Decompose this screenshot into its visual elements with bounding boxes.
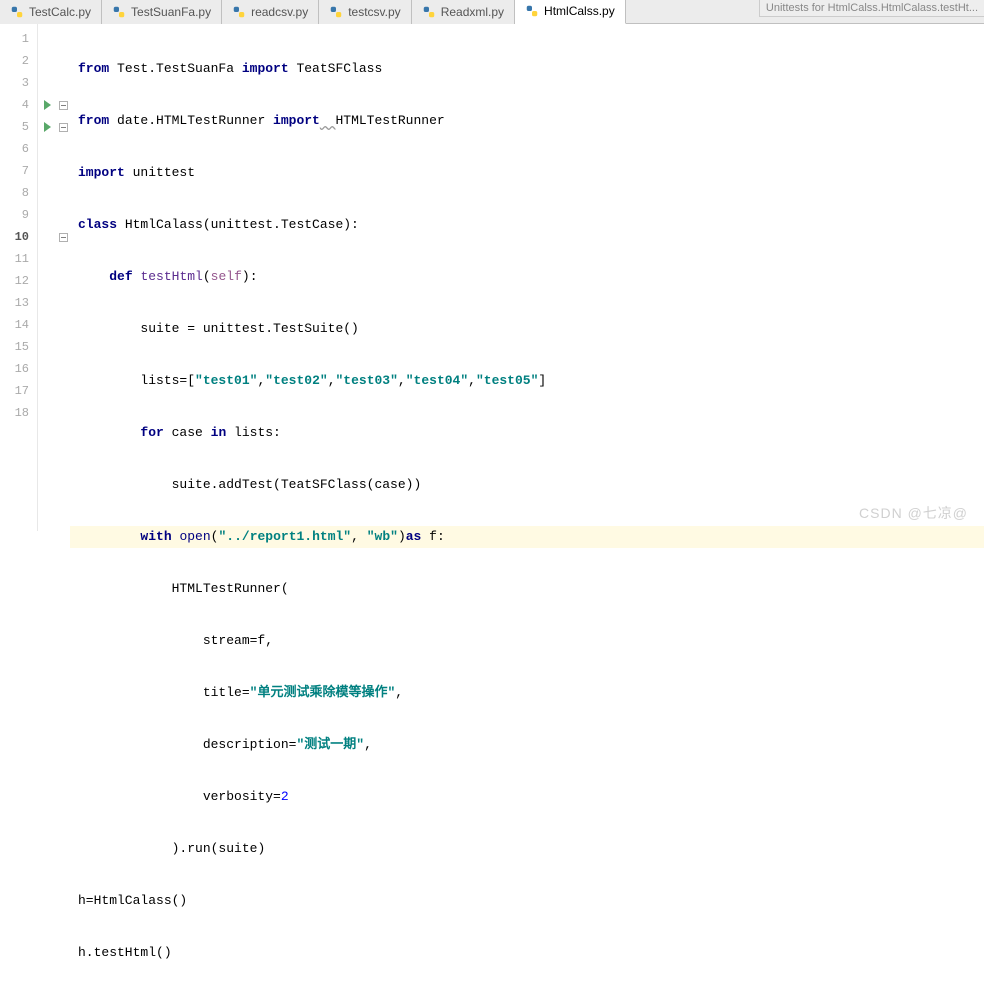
line-number: 2 <box>0 50 37 72</box>
tab-readcsv[interactable]: readcsv.py <box>222 0 319 24</box>
tab-testcsv[interactable]: testcsv.py <box>319 0 411 24</box>
tab-label: TestCalc.py <box>29 5 91 19</box>
fold-toggle-icon[interactable] <box>59 101 68 110</box>
line-number: 3 <box>0 72 37 94</box>
fold-toggle-icon[interactable] <box>59 233 68 242</box>
line-number: 4 <box>0 94 37 116</box>
code-editor[interactable]: 1 2 3 4 5 6 7 8 9 10 11 12 13 14 15 16 1… <box>0 24 984 531</box>
python-icon <box>112 5 126 19</box>
fold-gutter <box>56 24 70 531</box>
code-line: from date.HTMLTestRunner import HTMLTest… <box>70 110 984 132</box>
tab-label: readcsv.py <box>251 5 308 19</box>
line-number: 12 <box>0 270 37 292</box>
line-number-gutter: 1 2 3 4 5 6 7 8 9 10 11 12 13 14 15 16 1… <box>0 24 38 531</box>
line-number: 15 <box>0 336 37 358</box>
code-line: h.testHtml() <box>70 942 984 964</box>
line-number: 16 <box>0 358 37 380</box>
code-line: for case in lists: <box>70 422 984 444</box>
code-line: HTMLTestRunner( <box>70 578 984 600</box>
run-method-icon[interactable] <box>44 122 51 132</box>
code-line: from Test.TestSuanFa import TeatSFClass <box>70 58 984 80</box>
tab-readxml[interactable]: Readxml.py <box>412 0 515 24</box>
code-line: h=HtmlCalass() <box>70 890 984 912</box>
line-number: 9 <box>0 204 37 226</box>
line-number: 7 <box>0 160 37 182</box>
code-line: def testHtml(self): <box>70 266 984 288</box>
line-number: 14 <box>0 314 37 336</box>
python-icon <box>329 5 343 19</box>
line-number: 1 <box>0 28 37 50</box>
fold-toggle-icon[interactable] <box>59 123 68 132</box>
run-class-icon[interactable] <box>44 100 51 110</box>
line-number: 11 <box>0 248 37 270</box>
code-line: description="测试一期", <box>70 734 984 756</box>
tab-label: testcsv.py <box>348 5 400 19</box>
tab-htmlcalss[interactable]: HtmlCalss.py <box>515 0 626 24</box>
run-gutter <box>38 24 56 531</box>
code-line: suite.addTest(TeatSFClass(case)) <box>70 474 984 496</box>
line-number: 5 <box>0 116 37 138</box>
code-area[interactable]: from Test.TestSuanFa import TeatSFClass … <box>70 24 984 531</box>
tab-testsuanfa[interactable]: TestSuanFa.py <box>102 0 222 24</box>
code-line: ).run(suite) <box>70 838 984 860</box>
code-line: title="单元测试乘除模等操作", <box>70 682 984 704</box>
python-icon <box>422 5 436 19</box>
code-line: import unittest <box>70 162 984 184</box>
code-line-current: with open("../report1.html", "wb")as f: <box>70 526 984 548</box>
code-line: stream=f, <box>70 630 984 652</box>
code-line: class HtmlCalass(unittest.TestCase): <box>70 214 984 236</box>
line-number: 6 <box>0 138 37 160</box>
code-line: lists=["test01","test02","test03","test0… <box>70 370 984 392</box>
line-number: 17 <box>0 380 37 402</box>
tab-label: Readxml.py <box>441 5 504 19</box>
line-number: 18 <box>0 402 37 424</box>
python-icon <box>525 4 539 18</box>
code-line: suite = unittest.TestSuite() <box>70 318 984 340</box>
line-number: 13 <box>0 292 37 314</box>
line-number: 8 <box>0 182 37 204</box>
tab-label: HtmlCalss.py <box>544 4 615 18</box>
tab-label: TestSuanFa.py <box>131 5 211 19</box>
tab-testcalc[interactable]: TestCalc.py <box>0 0 102 24</box>
python-icon <box>10 5 24 19</box>
python-icon <box>232 5 246 19</box>
line-number: 10 <box>0 226 37 248</box>
run-config-label: Unittests for HtmlCalss.HtmlCalass.testH… <box>759 0 984 17</box>
code-line: verbosity=2 <box>70 786 984 808</box>
